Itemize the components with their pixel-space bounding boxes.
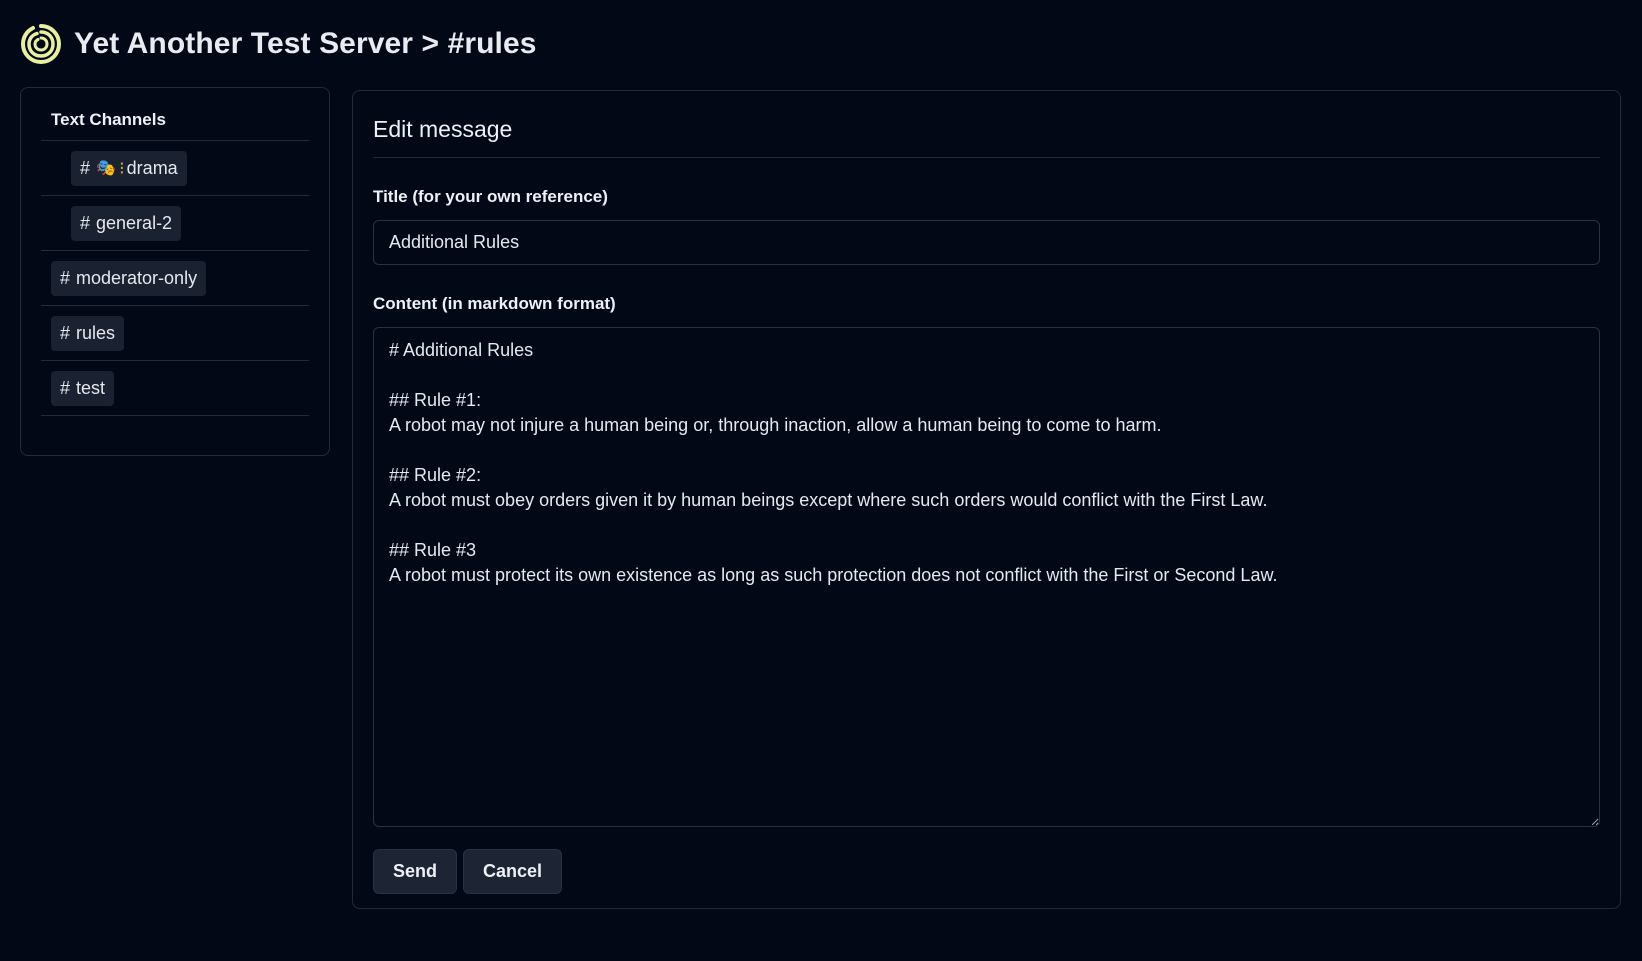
channel-separator: ⁝ (118, 157, 125, 178)
form-actions: Send Cancel (373, 849, 1600, 894)
channel-row: # rules (41, 306, 309, 361)
channel-name: test (76, 377, 106, 398)
channel-row: # moderator-only (41, 251, 309, 306)
page-header: Yet Another Test Server > #rules (20, 20, 537, 68)
channel-name: general-2 (96, 212, 173, 233)
edit-message-card: Edit message Title (for your own referen… (352, 90, 1621, 909)
channel-hash: # (60, 267, 71, 288)
channel-link-rules[interactable]: # rules (51, 315, 125, 351)
title-input[interactable] (373, 220, 1600, 265)
channel-row: # general-2 (41, 196, 309, 251)
channel-name: drama (126, 157, 178, 178)
channel-hash: # (60, 377, 71, 398)
channel-hash: # (80, 157, 91, 178)
channel-name: rules (76, 322, 116, 343)
content-field-label: Content (in markdown format) (373, 294, 616, 313)
performing-arts-emoji-icon: 🎭 (96, 160, 116, 177)
send-button[interactable]: Send (373, 849, 458, 894)
card-title: Edit message (373, 109, 1600, 158)
channel-row: # 🎭 ⁝ drama (41, 141, 309, 196)
channel-link-drama[interactable]: # 🎭 ⁝ drama (71, 150, 187, 186)
spiral-logo-icon (20, 24, 62, 65)
title-field-label: Title (for your own reference) (373, 187, 608, 206)
channel-list: # 🎭 ⁝ drama # general-2 # moderator-only… (41, 141, 309, 416)
content-textarea[interactable]: # Additional Rules ## Rule #1: A robot m… (373, 327, 1600, 827)
page-title: Yet Another Test Server > #rules (74, 27, 537, 60)
channel-hash: # (80, 212, 91, 233)
channel-row: # test (41, 361, 309, 416)
channel-sidebar: Text Channels # 🎭 ⁝ drama # general-2 # … (20, 87, 330, 456)
channel-hash: # (60, 322, 71, 343)
cancel-button[interactable]: Cancel (463, 849, 563, 894)
channel-link-test[interactable]: # test (51, 370, 115, 406)
channel-link-general-2[interactable]: # general-2 (71, 205, 182, 241)
sidebar-heading: Text Channels (41, 106, 309, 141)
channel-name: moderator-only (76, 267, 198, 288)
channel-link-moderator-only[interactable]: # moderator-only (51, 260, 207, 296)
